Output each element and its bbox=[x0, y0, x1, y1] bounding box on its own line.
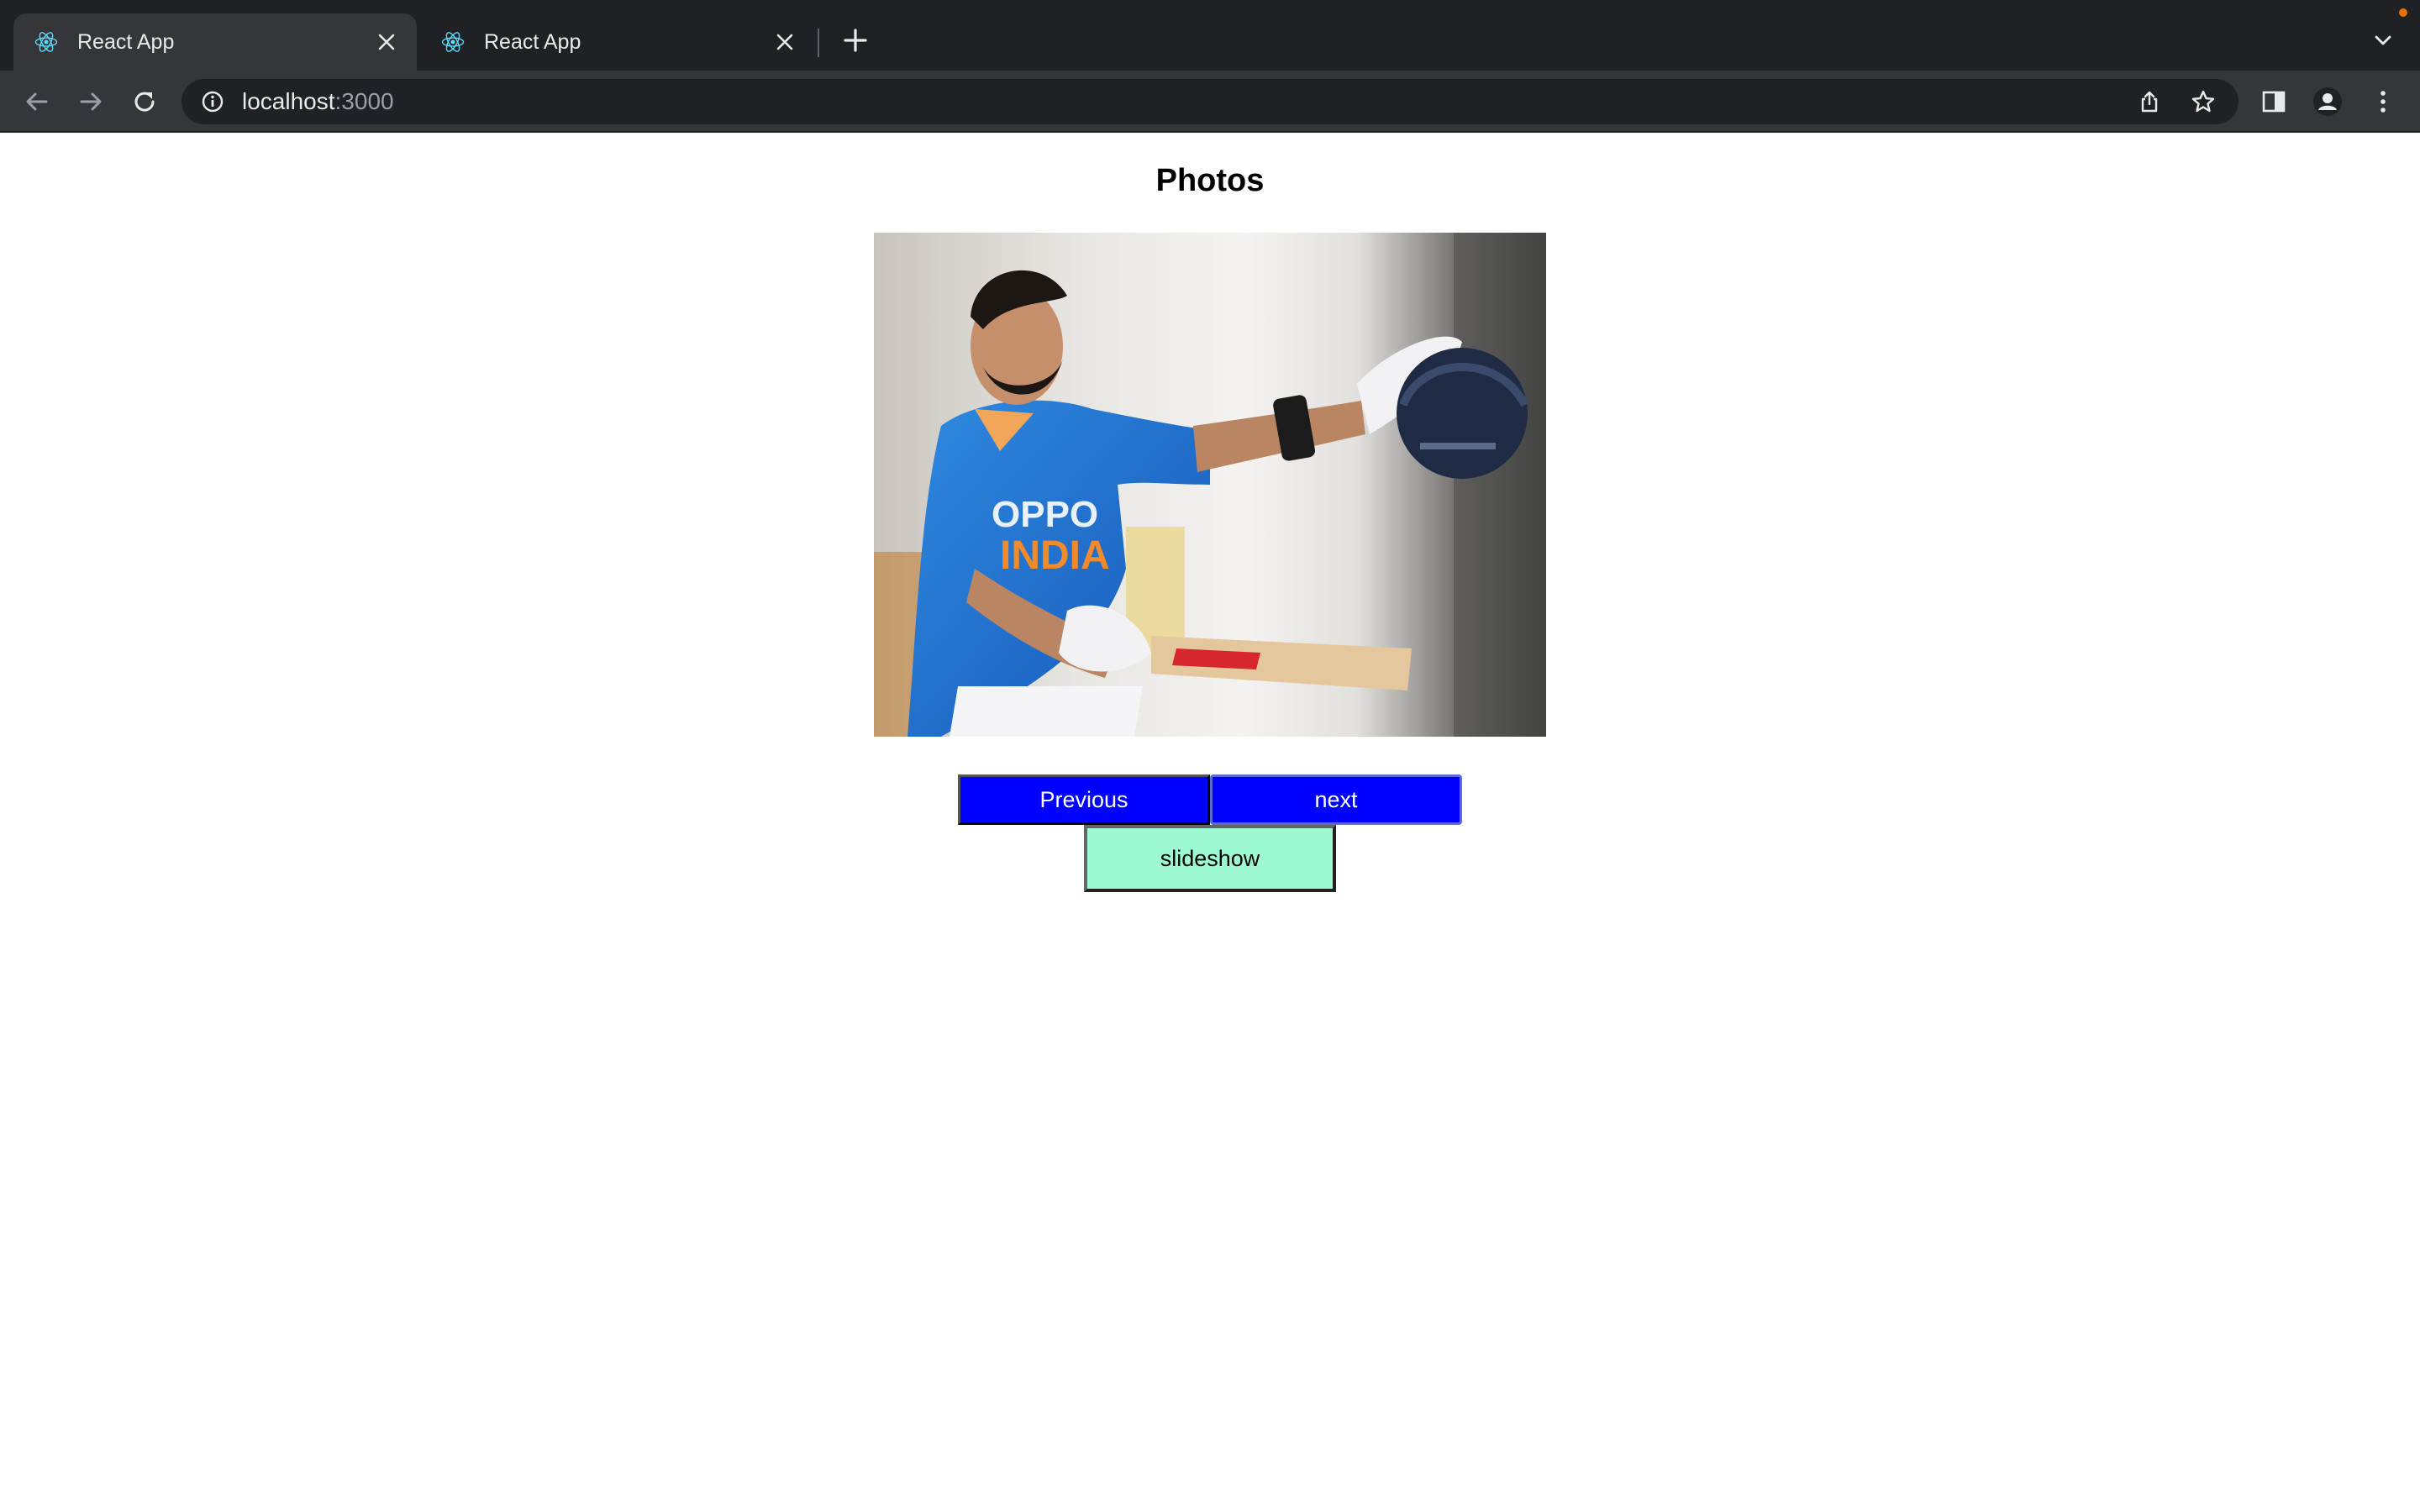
slideshow-button[interactable]: slideshow bbox=[1084, 825, 1336, 892]
notification-dot bbox=[2399, 8, 2407, 17]
star-icon[interactable] bbox=[2186, 85, 2220, 118]
info-icon[interactable] bbox=[198, 87, 227, 116]
tab-title: React App bbox=[484, 29, 581, 54]
reload-icon[interactable] bbox=[128, 85, 161, 118]
svg-text:OPPO: OPPO bbox=[992, 494, 1098, 535]
close-icon[interactable] bbox=[371, 27, 402, 57]
tab-active[interactable]: React App bbox=[13, 13, 417, 71]
share-icon[interactable] bbox=[2133, 85, 2166, 118]
chevron-down-icon[interactable] bbox=[2368, 25, 2398, 55]
close-icon[interactable] bbox=[770, 27, 800, 57]
url-text[interactable]: localhost:3000 bbox=[242, 88, 394, 115]
profile-icon[interactable] bbox=[2311, 85, 2344, 118]
page-content: Photos OPPO INDIA Previous next slidesho… bbox=[0, 133, 2420, 1512]
url-port: :3000 bbox=[334, 88, 394, 114]
svg-text:INDIA: INDIA bbox=[1000, 533, 1110, 578]
cricketer-photo: OPPO INDIA bbox=[874, 233, 1546, 737]
tab-strip: React App React App bbox=[0, 0, 2420, 71]
url-host: localhost bbox=[242, 88, 335, 114]
previous-button[interactable]: Previous bbox=[958, 774, 1210, 825]
kebab-menu-icon[interactable] bbox=[2366, 85, 2400, 118]
react-icon bbox=[439, 28, 467, 56]
side-panel-icon[interactable] bbox=[2257, 85, 2291, 118]
react-icon bbox=[32, 28, 60, 56]
tab-separator bbox=[818, 29, 819, 57]
tab-inactive[interactable]: React App bbox=[420, 13, 815, 71]
browser-toolbar: localhost:3000 bbox=[0, 71, 2420, 133]
arrow-right-icon[interactable] bbox=[74, 85, 108, 118]
tab-title: React App bbox=[77, 29, 175, 54]
page-title: Photos bbox=[1155, 163, 1265, 198]
arrow-left-icon[interactable] bbox=[20, 85, 54, 118]
plus-icon[interactable] bbox=[839, 24, 872, 57]
next-button[interactable]: next bbox=[1210, 774, 1462, 825]
address-bar[interactable]: localhost:3000 bbox=[182, 79, 2238, 124]
